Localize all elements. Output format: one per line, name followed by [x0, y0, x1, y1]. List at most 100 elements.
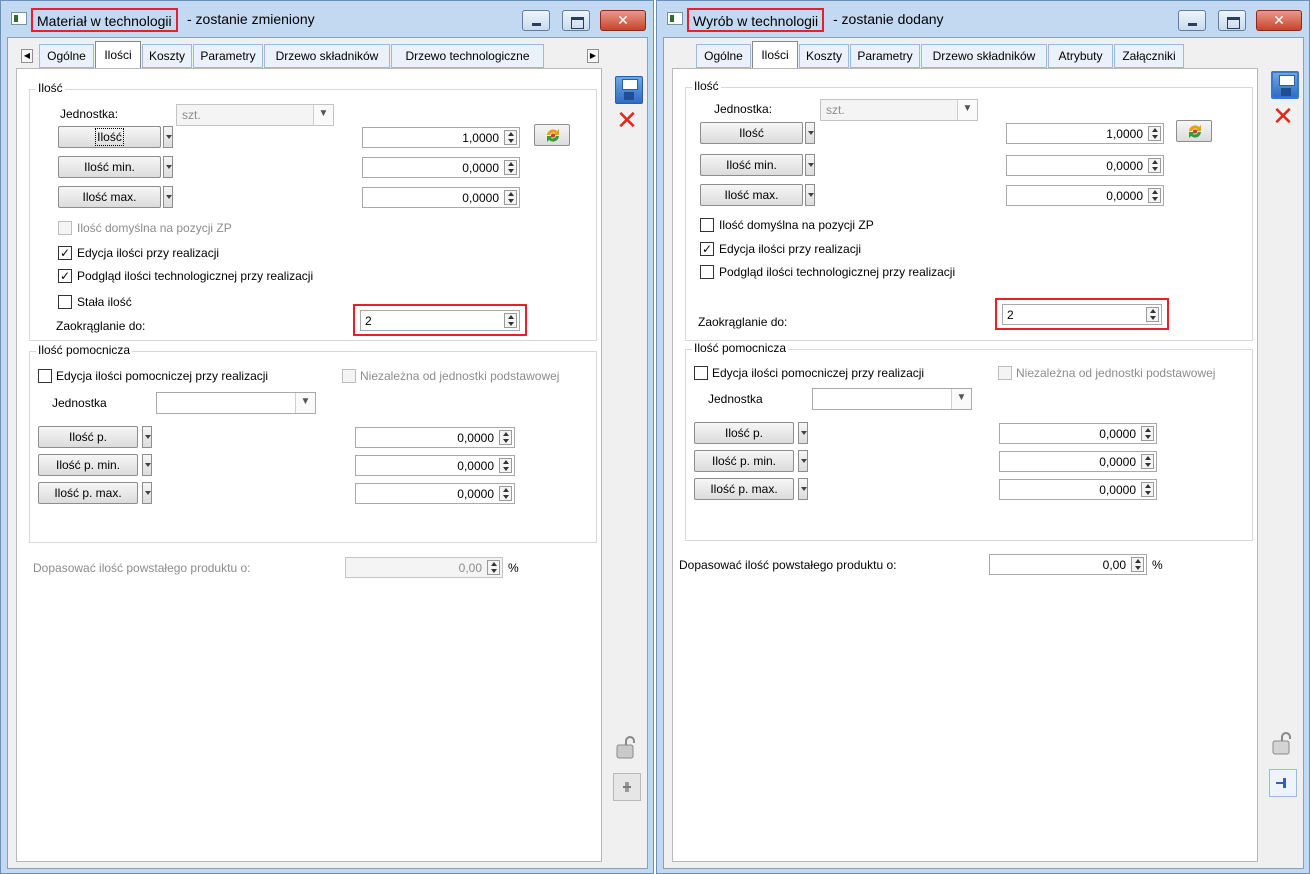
default-on-zp-checkbox[interactable]	[58, 221, 72, 235]
minimize-button[interactable]	[1178, 10, 1206, 31]
chevron-down-icon[interactable]: ▼	[295, 393, 315, 413]
preview-tech-checkbox[interactable]: ✓	[58, 269, 72, 283]
spinner-icon[interactable]	[1148, 158, 1161, 173]
quantity-max-dropdown[interactable]	[805, 184, 815, 206]
rounding-input[interactable]: 2	[1002, 304, 1162, 325]
quantity-dropdown[interactable]	[163, 126, 173, 148]
aux-quantity-max-button[interactable]: Ilość p. max.	[694, 478, 794, 500]
close-button[interactable]	[1256, 10, 1302, 31]
cancel-icon[interactable]: ✕	[1269, 102, 1297, 130]
tab-quantities[interactable]: Ilości	[752, 41, 798, 69]
spinner-icon[interactable]	[1131, 557, 1144, 572]
quantity-max-button[interactable]: Ilość max.	[700, 184, 803, 206]
tab-attributes[interactable]: Atrybuty	[1048, 44, 1113, 68]
quantity-max-input[interactable]: 0,0000	[362, 187, 520, 208]
tab-parameters[interactable]: Parametry	[850, 44, 920, 68]
aux-quantity-min-dropdown[interactable]	[142, 454, 152, 476]
quantity-min-button[interactable]: Ilość min.	[58, 156, 161, 178]
maximize-button[interactable]	[562, 10, 590, 31]
aux-quantity-button[interactable]: Ilość p.	[38, 426, 138, 448]
spinner-icon[interactable]	[499, 430, 512, 445]
aux-quantity-max-dropdown[interactable]	[142, 482, 152, 504]
aux-quantity-input[interactable]: 0,0000	[999, 423, 1157, 444]
spinner-icon[interactable]	[499, 458, 512, 473]
aux-quantity-min-button[interactable]: Ilość p. min.	[694, 450, 794, 472]
default-on-zp-checkbox[interactable]	[700, 218, 714, 232]
fixed-qty-checkbox[interactable]	[58, 295, 72, 309]
spinner-icon[interactable]	[504, 160, 517, 175]
refresh-button[interactable]	[1176, 120, 1212, 142]
spinner-icon[interactable]	[1148, 188, 1161, 203]
quantity-button[interactable]: Ilość	[700, 122, 803, 144]
tab-costs[interactable]: Koszty	[142, 44, 192, 68]
independent-checkbox[interactable]	[342, 369, 356, 383]
adjust-input[interactable]: 0,00	[989, 554, 1147, 575]
quantity-max-button[interactable]: Ilość max.	[58, 186, 161, 208]
spinner-icon[interactable]	[499, 486, 512, 501]
aux-quantity-button[interactable]: Ilość p.	[694, 422, 794, 444]
aux-quantity-input[interactable]: 0,0000	[355, 427, 515, 448]
aux-quantity-min-button[interactable]: Ilość p. min.	[38, 454, 138, 476]
spinner-icon[interactable]	[504, 130, 517, 145]
edit-aux-checkbox[interactable]	[694, 366, 708, 380]
pin-icon[interactable]	[613, 773, 641, 801]
chevron-down-icon[interactable]: ▼	[951, 389, 971, 409]
pin-icon[interactable]	[1269, 769, 1297, 797]
independent-checkbox[interactable]	[998, 366, 1012, 380]
titlebar[interactable]: Materiał w technologii - zostanie zmieni…	[1, 1, 653, 37]
aux-quantity-min-dropdown[interactable]	[798, 450, 808, 472]
tab-general[interactable]: Ogólne	[39, 44, 94, 68]
refresh-button[interactable]	[534, 124, 570, 146]
quantity-min-button[interactable]: Ilość min.	[700, 154, 803, 176]
spinner-icon[interactable]	[504, 190, 517, 205]
edit-on-realization-checkbox[interactable]: ✓	[58, 246, 72, 260]
tab-component-tree[interactable]: Drzewo składników	[264, 44, 390, 68]
spinner-icon[interactable]	[1141, 426, 1154, 441]
cancel-icon[interactable]: ✕	[613, 106, 641, 134]
lock-open-icon[interactable]	[613, 734, 641, 762]
tab-attachments[interactable]: Załączniki	[1114, 44, 1184, 68]
tab-scroll-left-icon[interactable]: ◀	[21, 49, 33, 63]
save-icon[interactable]	[615, 76, 643, 104]
aux-quantity-max-dropdown[interactable]	[798, 478, 808, 500]
quantity-dropdown[interactable]	[805, 122, 815, 144]
tab-component-tree[interactable]: Drzewo składników	[921, 44, 1047, 68]
preview-tech-checkbox[interactable]	[700, 265, 714, 279]
spinner-icon[interactable]	[504, 313, 517, 328]
save-icon[interactable]	[1271, 71, 1299, 99]
tab-quantities[interactable]: Ilości	[95, 41, 141, 69]
aux-unit-combo[interactable]: ▼	[812, 388, 972, 410]
quantity-input[interactable]: 1,0000	[362, 127, 520, 148]
aux-quantity-min-input[interactable]: 0,0000	[355, 455, 515, 476]
quantity-min-input[interactable]: 0,0000	[1006, 155, 1164, 176]
tab-technology-tree[interactable]: Drzewo technologiczne	[391, 44, 544, 68]
tab-scroll-right-icon[interactable]: ▶	[587, 49, 599, 63]
aux-quantity-dropdown[interactable]	[798, 422, 808, 444]
quantity-max-dropdown[interactable]	[163, 186, 173, 208]
aux-quantity-dropdown[interactable]	[142, 426, 152, 448]
maximize-button[interactable]	[1218, 10, 1246, 31]
tab-costs[interactable]: Koszty	[799, 44, 849, 68]
quantity-button[interactable]: Ilość	[58, 126, 161, 148]
lock-open-icon[interactable]	[1269, 730, 1297, 758]
spinner-icon[interactable]	[1141, 454, 1154, 469]
spinner-icon[interactable]	[1146, 307, 1159, 322]
quantity-min-dropdown[interactable]	[805, 154, 815, 176]
aux-quantity-max-input[interactable]: 0,0000	[355, 483, 515, 504]
aux-quantity-min-input[interactable]: 0,0000	[999, 451, 1157, 472]
quantity-input[interactable]: 1,0000	[1006, 123, 1164, 144]
tab-parameters[interactable]: Parametry	[193, 44, 263, 68]
aux-unit-combo[interactable]: ▼	[156, 392, 316, 414]
tab-general[interactable]: Ogólne	[696, 44, 751, 68]
titlebar[interactable]: Wyrób w technologii - zostanie dodany	[657, 1, 1309, 37]
edit-aux-checkbox[interactable]	[38, 369, 52, 383]
edit-on-realization-checkbox[interactable]: ✓	[700, 242, 714, 256]
aux-quantity-max-button[interactable]: Ilość p. max.	[38, 482, 138, 504]
quantity-min-input[interactable]: 0,0000	[362, 157, 520, 178]
spinner-icon[interactable]	[1148, 126, 1161, 141]
close-button[interactable]	[600, 10, 646, 31]
minimize-button[interactable]	[522, 10, 550, 31]
quantity-max-input[interactable]: 0,0000	[1006, 185, 1164, 206]
quantity-min-dropdown[interactable]	[163, 156, 173, 178]
aux-quantity-max-input[interactable]: 0,0000	[999, 479, 1157, 500]
